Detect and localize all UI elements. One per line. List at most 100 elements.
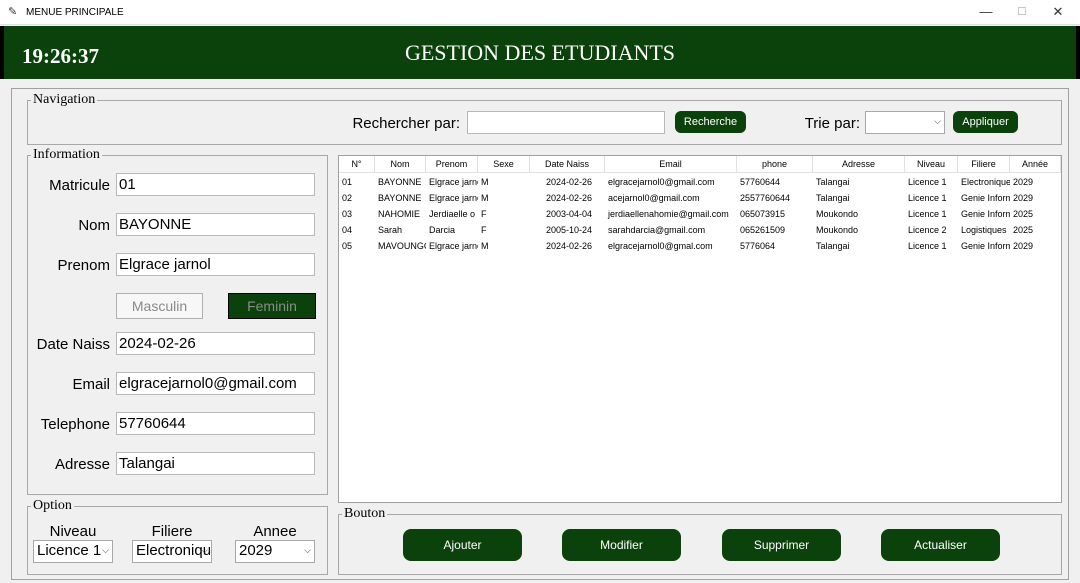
chevron-down-icon: ⌵ (201, 545, 208, 555)
filiere-label: Filiere (151, 523, 193, 540)
cell-nom: BAYONNE (378, 193, 422, 203)
cell-niveau: Licence 1 (908, 209, 947, 219)
modifier-button[interactable]: Modifier (562, 529, 681, 561)
ajouter-button[interactable]: Ajouter (403, 529, 522, 561)
maximize-icon[interactable]: ☐ (1004, 0, 1040, 25)
cell-annee: 2025 (1013, 209, 1034, 219)
chevron-down-icon: ⌵ (934, 116, 941, 126)
window-title: MENUE PRINCIPALE (26, 7, 124, 18)
chevron-down-icon: ⌵ (304, 545, 311, 555)
cell-adresse: Talangai (816, 177, 850, 187)
niveau-label: Niveau (49, 523, 97, 540)
cell-annee: 2029 (1013, 241, 1034, 251)
cell-adresse: Talangai (816, 193, 850, 203)
matricule-field[interactable]: 01 (116, 173, 315, 196)
cell-numero: 01 (342, 177, 353, 187)
cell-numero: 04 (342, 225, 353, 235)
option-frame-title: Option (31, 498, 74, 513)
cell-numero: 05 (342, 241, 353, 251)
table-row[interactable]: 04 Sarah Darcia F 2005-10-24 sarahdarcia… (339, 223, 1061, 239)
cell-phone: 5776064 (740, 241, 776, 251)
column-header[interactable]: N° (339, 156, 375, 173)
cell-niveau: Licence 1 (908, 241, 947, 251)
cell-email: jerdiaellenahomie@gmail.com (608, 209, 729, 219)
annee-label: Annee (253, 523, 297, 540)
email-label: Email (72, 376, 110, 393)
cell-adresse: Moukondo (816, 209, 859, 219)
date-naiss-field[interactable]: 2024-02-26 (116, 332, 315, 355)
cell-adresse: Moukondo (816, 225, 859, 235)
cell-nom: NAHOMIE (378, 209, 421, 219)
matricule-label: Matricule (49, 177, 110, 194)
niveau-select-value: Licence 1 (37, 542, 102, 559)
gender-male-button[interactable]: Masculin (116, 293, 203, 319)
cell-numero: 03 (342, 209, 353, 219)
cell-sexe: F (481, 209, 487, 219)
sort-label: Trie par: (804, 115, 860, 132)
information-frame-title: Information (31, 147, 102, 162)
column-header[interactable]: Email (605, 156, 737, 173)
column-header[interactable]: Année (1010, 156, 1061, 173)
cell-annee: 2025 (1013, 225, 1034, 235)
cell-sexe: M (481, 193, 489, 203)
cell-annee: 2029 (1013, 193, 1034, 203)
supprimer-button[interactable]: Supprimer (722, 529, 841, 561)
cell-filiere: Electronique (961, 177, 1010, 187)
column-header[interactable]: Nom (375, 156, 426, 173)
feather-icon: ✎ (8, 6, 18, 18)
information-frame (27, 155, 328, 495)
annee-select[interactable]: 2029 ⌵ (235, 540, 315, 563)
niveau-select[interactable]: Licence 1 ⌵ (33, 540, 113, 563)
cell-niveau: Licence 2 (908, 225, 947, 235)
column-header[interactable]: Date Naiss (530, 156, 605, 173)
minimize-icon[interactable]: — (968, 0, 1004, 25)
column-header[interactable]: Adresse (813, 156, 905, 173)
column-header[interactable]: Prenom (426, 156, 478, 173)
cell-email: elgracejarnol0@gmal.com (608, 241, 713, 251)
cell-email: acejarnol0@gmail.com (608, 193, 700, 203)
telephone-field[interactable]: 57760644 (116, 412, 315, 435)
gender-female-button[interactable]: Feminin (228, 293, 316, 319)
table-row[interactable]: 03 NAHOMIE Jerdiaelle o F 2003-04-04 jer… (339, 207, 1061, 223)
cell-phone: 065261509 (740, 225, 786, 235)
prenom-label: Prenom (57, 257, 110, 274)
cell-prenom: Jerdiaelle o (429, 209, 476, 219)
nom-field[interactable]: BAYONNE (116, 213, 315, 236)
cell-nom: BAYONNE (378, 177, 422, 187)
column-header[interactable]: Sexe (478, 156, 530, 173)
students-table[interactable]: N° Nom Prenom Sexe Date Naiss Email phon… (338, 155, 1062, 503)
close-icon[interactable]: ✕ (1040, 0, 1076, 25)
cell-annee: 2029 (1013, 177, 1034, 187)
cell-nom: MAVOUNGOU (378, 241, 426, 251)
search-label: Rechercher par: (352, 115, 460, 132)
cell-phone: 065073915 (740, 209, 786, 219)
cell-adresse: Talangai (816, 241, 850, 251)
cell-date-naiss: 2024-02-26 (545, 241, 593, 251)
prenom-field[interactable]: Elgrace jarnol (116, 253, 315, 276)
window-titlebar: ✎ MENUE PRINCIPALE — ☐ ✕ (0, 0, 1080, 25)
column-header[interactable]: phone (737, 156, 813, 173)
adresse-field[interactable]: Talangai (116, 452, 315, 475)
table-header: N° Nom Prenom Sexe Date Naiss Email phon… (339, 156, 1061, 173)
chevron-down-icon: ⌵ (102, 545, 109, 555)
table-row[interactable]: 01 BAYONNE Elgrace jarnol M 2024-02-26 e… (339, 175, 1061, 191)
cell-email: elgracejarnol0@gmail.com (608, 177, 715, 187)
email-field[interactable]: elgracejarnol0@gmail.com (116, 372, 315, 395)
cell-prenom: Elgrace jarnol (429, 177, 478, 187)
table-row[interactable]: 05 MAVOUNGOU Elgrace jarnol M 2024-02-26… (339, 239, 1061, 255)
column-header[interactable]: Niveau (905, 156, 958, 173)
cell-filiere: Genie Informatique (961, 193, 1010, 203)
annee-select-value: 2029 (239, 542, 273, 559)
cell-sexe: M (481, 177, 489, 187)
cell-sexe: M (481, 241, 489, 251)
table-row[interactable]: 02 BAYONNE Elgrace jarnol M 2024-02-26 a… (339, 191, 1061, 207)
search-button[interactable]: Recherche (675, 111, 746, 133)
sort-select[interactable]: ⌵ (865, 111, 945, 134)
cell-sexe: F (481, 225, 487, 235)
search-input[interactable] (467, 111, 665, 134)
actualiser-button[interactable]: Actualiser (881, 529, 1000, 561)
column-header[interactable]: Filiere (958, 156, 1010, 173)
cell-date-naiss: 2024-02-26 (545, 177, 593, 187)
apply-button[interactable]: Appliquer (953, 111, 1018, 133)
filiere-select[interactable]: Electronique ⌵ (132, 540, 212, 563)
